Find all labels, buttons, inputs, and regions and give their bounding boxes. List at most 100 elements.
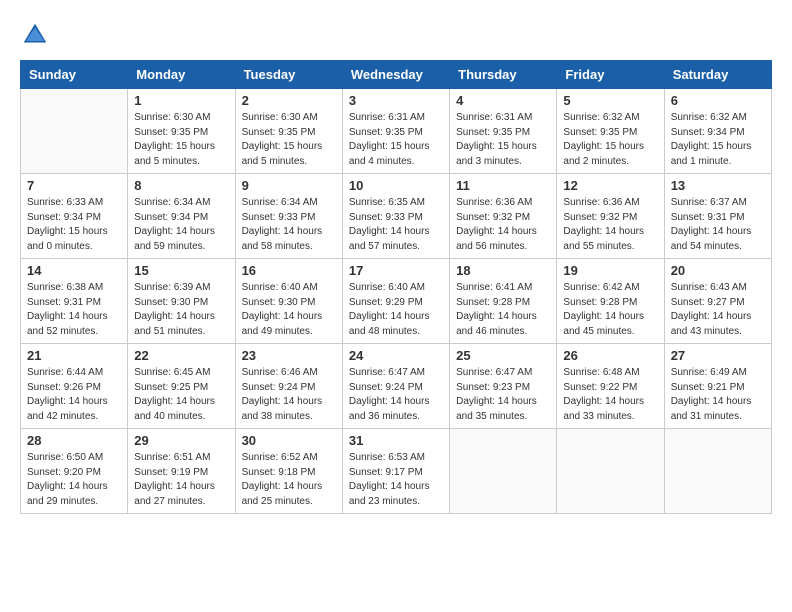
day-number: 12 bbox=[563, 178, 657, 193]
day-info: Sunrise: 6:43 AM Sunset: 9:27 PM Dayligh… bbox=[671, 281, 765, 339]
calendar-header-wednesday: Wednesday bbox=[342, 61, 449, 89]
calendar-cell: 4 Sunrise: 6:31 AM Sunset: 9:35 PM Daylig… bbox=[450, 89, 557, 174]
calendar-cell: 29Sunrise: 6:51 AM Sunset: 9:19 PM Dayli… bbox=[128, 429, 235, 514]
calendar-cell: 22Sunrise: 6:45 AM Sunset: 9:25 PM Dayli… bbox=[128, 344, 235, 429]
day-number: 21 bbox=[27, 348, 121, 363]
day-number: 14 bbox=[27, 263, 121, 278]
day-number: 6 bbox=[671, 93, 765, 108]
day-number: 15 bbox=[134, 263, 228, 278]
calendar-cell: 8Sunrise: 6:34 AM Sunset: 9:34 PM Daylig… bbox=[128, 174, 235, 259]
day-number: 23 bbox=[242, 348, 336, 363]
day-info: Sunrise: 6:40 AM Sunset: 9:29 PM Dayligh… bbox=[349, 281, 443, 339]
page-header bbox=[20, 20, 772, 50]
logo-icon bbox=[20, 20, 50, 50]
day-info: Sunrise: 6:46 AM Sunset: 9:24 PM Dayligh… bbox=[242, 366, 336, 424]
calendar-week-row: 28 Sunrise: 6:50 AM Sunset: 9:20 PM Dayli… bbox=[21, 429, 772, 514]
calendar-header-tuesday: Tuesday bbox=[235, 61, 342, 89]
day-info: Sunrise: 6:38 AM Sunset: 9:31 PM Dayligh… bbox=[27, 281, 121, 339]
day-info: Sunrise: 6:34 AM Sunset: 9:34 PM Dayligh… bbox=[134, 196, 228, 254]
day-number: 18 bbox=[456, 263, 550, 278]
calendar-cell: 1 Sunrise: 6:30 AM Sunset: 9:35 PM Daylig… bbox=[128, 89, 235, 174]
day-number: 26 bbox=[563, 348, 657, 363]
day-number: 9 bbox=[242, 178, 336, 193]
day-info: Sunrise: 6:45 AM Sunset: 9:25 PM Dayligh… bbox=[134, 366, 228, 424]
day-number: 31 bbox=[349, 433, 443, 448]
day-number: 25 bbox=[456, 348, 550, 363]
day-info: Sunrise: 6:35 AM Sunset: 9:33 PM Dayligh… bbox=[349, 196, 443, 254]
day-info: Sunrise: 6:47 AM Sunset: 9:24 PM Dayligh… bbox=[349, 366, 443, 424]
day-info: Sunrise: 6:32 AM Sunset: 9:34 PM Dayligh… bbox=[671, 111, 765, 169]
calendar-cell: 12 Sunrise: 6:36 AM Sunset: 9:32 PM Dayli… bbox=[557, 174, 664, 259]
calendar-cell: 6 Sunrise: 6:32 AM Sunset: 9:34 PM Daylig… bbox=[664, 89, 771, 174]
day-info: Sunrise: 6:47 AM Sunset: 9:23 PM Dayligh… bbox=[456, 366, 550, 424]
day-info: Sunrise: 6:36 AM Sunset: 9:32 PM Dayligh… bbox=[563, 196, 657, 254]
day-number: 19 bbox=[563, 263, 657, 278]
day-info: Sunrise: 6:41 AM Sunset: 9:28 PM Dayligh… bbox=[456, 281, 550, 339]
calendar-week-row: 21 Sunrise: 6:44 AM Sunset: 9:26 PM Dayli… bbox=[21, 344, 772, 429]
calendar-cell: 5Sunrise: 6:32 AM Sunset: 9:35 PM Daylig… bbox=[557, 89, 664, 174]
day-info: Sunrise: 6:33 AM Sunset: 9:34 PM Dayligh… bbox=[27, 196, 121, 254]
calendar-table: SundayMondayTuesdayWednesdayThursdayFrid… bbox=[20, 60, 772, 514]
day-number: 17 bbox=[349, 263, 443, 278]
day-info: Sunrise: 6:30 AM Sunset: 9:35 PM Dayligh… bbox=[134, 111, 228, 169]
day-info: Sunrise: 6:51 AM Sunset: 9:19 PM Dayligh… bbox=[134, 451, 228, 509]
calendar-cell: 15 Sunrise: 6:39 AM Sunset: 9:30 PM Dayli… bbox=[128, 259, 235, 344]
day-number: 3 bbox=[349, 93, 443, 108]
day-info: Sunrise: 6:50 AM Sunset: 9:20 PM Dayligh… bbox=[27, 451, 121, 509]
logo bbox=[20, 20, 54, 50]
calendar-cell bbox=[664, 429, 771, 514]
day-info: Sunrise: 6:37 AM Sunset: 9:31 PM Dayligh… bbox=[671, 196, 765, 254]
calendar-cell: 19 Sunrise: 6:42 AM Sunset: 9:28 PM Dayli… bbox=[557, 259, 664, 344]
day-info: Sunrise: 6:34 AM Sunset: 9:33 PM Dayligh… bbox=[242, 196, 336, 254]
day-number: 24 bbox=[349, 348, 443, 363]
day-number: 10 bbox=[349, 178, 443, 193]
calendar-cell: 7 Sunrise: 6:33 AM Sunset: 9:34 PM Daylig… bbox=[21, 174, 128, 259]
calendar-week-row: 14 Sunrise: 6:38 AM Sunset: 9:31 PM Dayli… bbox=[21, 259, 772, 344]
calendar-cell bbox=[21, 89, 128, 174]
calendar-cell: 13 Sunrise: 6:37 AM Sunset: 9:31 PM Dayli… bbox=[664, 174, 771, 259]
calendar-cell: 21 Sunrise: 6:44 AM Sunset: 9:26 PM Dayli… bbox=[21, 344, 128, 429]
calendar-cell: 25 Sunrise: 6:47 AM Sunset: 9:23 PM Dayli… bbox=[450, 344, 557, 429]
calendar-header-row: SundayMondayTuesdayWednesdayThursdayFrid… bbox=[21, 61, 772, 89]
calendar-cell: 11Sunrise: 6:36 AM Sunset: 9:32 PM Dayli… bbox=[450, 174, 557, 259]
calendar-cell: 16 Sunrise: 6:40 AM Sunset: 9:30 PM Dayli… bbox=[235, 259, 342, 344]
calendar-cell: 9 Sunrise: 6:34 AM Sunset: 9:33 PM Daylig… bbox=[235, 174, 342, 259]
calendar-week-row: 1 Sunrise: 6:30 AM Sunset: 9:35 PM Daylig… bbox=[21, 89, 772, 174]
calendar-cell: 26 Sunrise: 6:48 AM Sunset: 9:22 PM Dayli… bbox=[557, 344, 664, 429]
day-info: Sunrise: 6:44 AM Sunset: 9:26 PM Dayligh… bbox=[27, 366, 121, 424]
calendar-week-row: 7 Sunrise: 6:33 AM Sunset: 9:34 PM Daylig… bbox=[21, 174, 772, 259]
calendar-cell: 10 Sunrise: 6:35 AM Sunset: 9:33 PM Dayli… bbox=[342, 174, 449, 259]
calendar-cell: 2Sunrise: 6:30 AM Sunset: 9:35 PM Daylig… bbox=[235, 89, 342, 174]
calendar-cell: 18 Sunrise: 6:41 AM Sunset: 9:28 PM Dayli… bbox=[450, 259, 557, 344]
day-number: 20 bbox=[671, 263, 765, 278]
calendar-cell: 28 Sunrise: 6:50 AM Sunset: 9:20 PM Dayli… bbox=[21, 429, 128, 514]
day-number: 28 bbox=[27, 433, 121, 448]
day-info: Sunrise: 6:48 AM Sunset: 9:22 PM Dayligh… bbox=[563, 366, 657, 424]
calendar-cell: 20 Sunrise: 6:43 AM Sunset: 9:27 PM Dayli… bbox=[664, 259, 771, 344]
day-info: Sunrise: 6:40 AM Sunset: 9:30 PM Dayligh… bbox=[242, 281, 336, 339]
day-number: 27 bbox=[671, 348, 765, 363]
day-number: 1 bbox=[134, 93, 228, 108]
day-number: 4 bbox=[456, 93, 550, 108]
day-number: 11 bbox=[456, 178, 550, 193]
day-info: Sunrise: 6:49 AM Sunset: 9:21 PM Dayligh… bbox=[671, 366, 765, 424]
day-number: 2 bbox=[242, 93, 336, 108]
calendar-header-saturday: Saturday bbox=[664, 61, 771, 89]
day-number: 7 bbox=[27, 178, 121, 193]
day-info: Sunrise: 6:32 AM Sunset: 9:35 PM Dayligh… bbox=[563, 111, 657, 169]
calendar-cell: 23 Sunrise: 6:46 AM Sunset: 9:24 PM Dayli… bbox=[235, 344, 342, 429]
calendar-header-sunday: Sunday bbox=[21, 61, 128, 89]
calendar-cell: 17 Sunrise: 6:40 AM Sunset: 9:29 PM Dayli… bbox=[342, 259, 449, 344]
calendar-header-thursday: Thursday bbox=[450, 61, 557, 89]
day-info: Sunrise: 6:31 AM Sunset: 9:35 PM Dayligh… bbox=[349, 111, 443, 169]
day-info: Sunrise: 6:42 AM Sunset: 9:28 PM Dayligh… bbox=[563, 281, 657, 339]
day-info: Sunrise: 6:31 AM Sunset: 9:35 PM Dayligh… bbox=[456, 111, 550, 169]
calendar-cell bbox=[450, 429, 557, 514]
day-info: Sunrise: 6:52 AM Sunset: 9:18 PM Dayligh… bbox=[242, 451, 336, 509]
calendar-header-friday: Friday bbox=[557, 61, 664, 89]
day-number: 30 bbox=[242, 433, 336, 448]
day-info: Sunrise: 6:39 AM Sunset: 9:30 PM Dayligh… bbox=[134, 281, 228, 339]
calendar-cell: 14 Sunrise: 6:38 AM Sunset: 9:31 PM Dayli… bbox=[21, 259, 128, 344]
day-number: 16 bbox=[242, 263, 336, 278]
day-number: 13 bbox=[671, 178, 765, 193]
